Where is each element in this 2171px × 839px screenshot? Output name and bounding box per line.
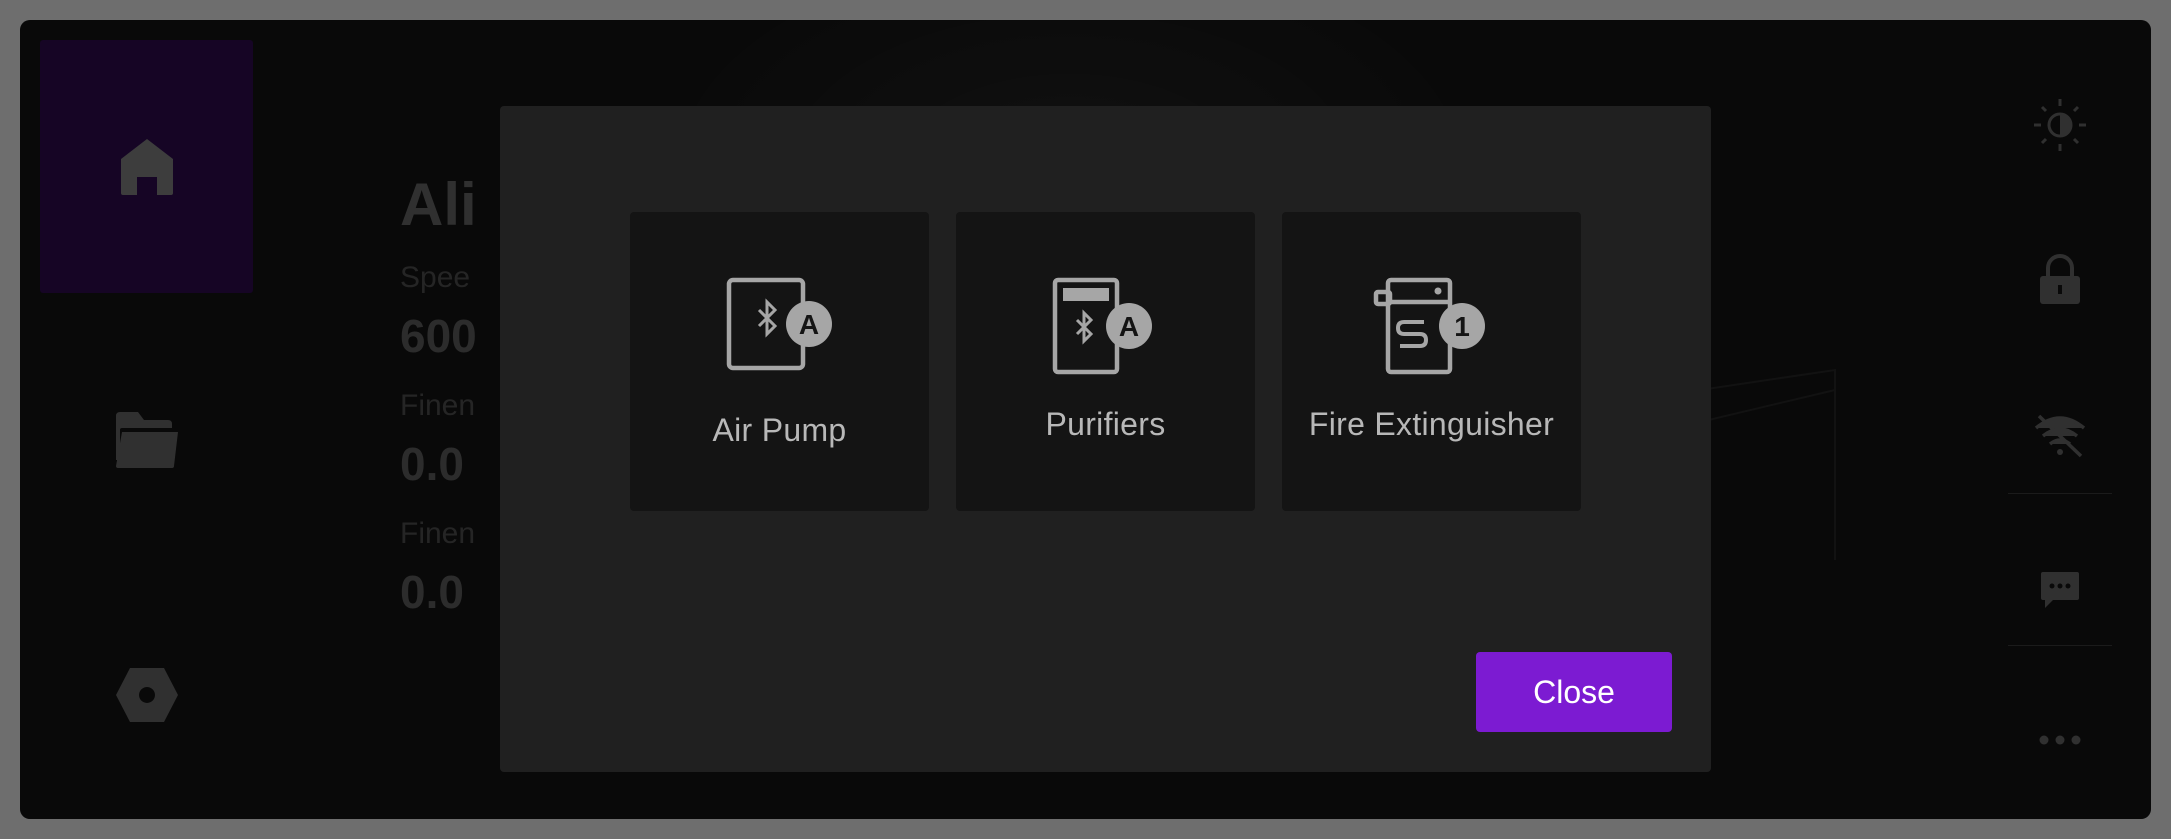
- tile-label: Fire Extinguisher: [1308, 406, 1555, 442]
- tile-badge: A: [798, 309, 818, 340]
- device-screen: Ali Spee 600 Finen 0.0 Finen 0.0 A Air P…: [20, 20, 2151, 819]
- tile-fire-extinguisher[interactable]: 1 Fire Extinguisher: [1282, 212, 1581, 511]
- tile-label: Purifiers: [1045, 406, 1166, 442]
- close-button[interactable]: Close: [1476, 652, 1672, 732]
- bluetooth-device-icon: A: [726, 277, 832, 371]
- tile-badge: A: [1118, 311, 1138, 342]
- tile-purifiers[interactable]: A Purifiers: [956, 212, 1255, 511]
- tile-icon-wrap: A: [630, 276, 929, 376]
- bluetooth-purifier-icon: A: [1052, 277, 1152, 375]
- tile-air-pump[interactable]: A Air Pump: [630, 212, 929, 511]
- tile-icon-wrap: A: [956, 276, 1255, 376]
- fire-extinguisher-icon: 1: [1373, 277, 1485, 375]
- device-select-dialog: A Air Pump A Purifiers 1 Fire Extinguish…: [500, 106, 1711, 772]
- tile-badge: 1: [1454, 311, 1470, 342]
- tile-label: Air Pump: [712, 412, 847, 448]
- tile-icon-wrap: 1: [1282, 276, 1581, 376]
